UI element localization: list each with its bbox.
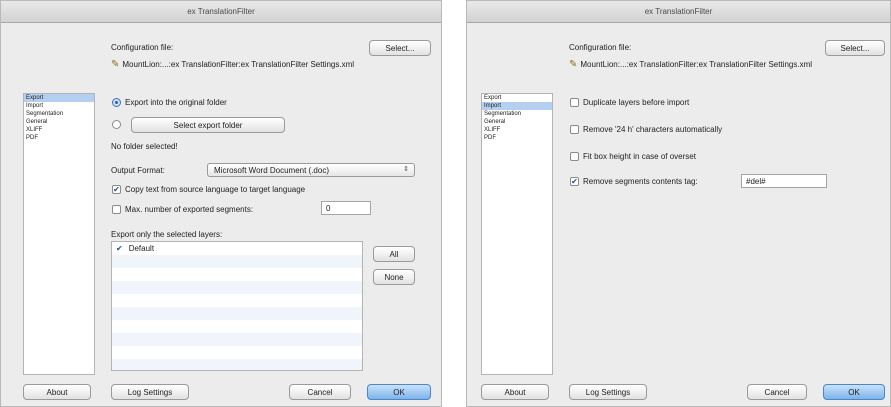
about-button[interactable]: About (23, 384, 91, 400)
cancel-button[interactable]: Cancel (747, 384, 807, 400)
settings-category-list: Export Import Segmentation General XLIFF… (23, 93, 95, 375)
fit-box-label: Fit box height in case of overset (583, 152, 696, 161)
sidebar-item-export[interactable]: Export (482, 94, 552, 102)
fit-box-checkbox[interactable] (570, 152, 579, 161)
import-settings-dialog: ex TranslationFilter Configuration file:… (466, 0, 891, 407)
empty-row (112, 255, 362, 268)
output-format-label: Output Format: (111, 166, 165, 175)
copy-text-checkbox[interactable]: ✔ (112, 185, 121, 194)
remove-tag-label: Remove segments contents tag: (583, 177, 698, 186)
remove-tag-checkbox[interactable]: ✔ (570, 177, 579, 186)
sidebar-item-segmentation[interactable]: Segmentation (482, 110, 552, 118)
remove-24h-checkbox[interactable] (570, 125, 579, 134)
max-segments-option[interactable]: Max. number of exported segments: (112, 205, 253, 214)
no-folder-status: No folder selected! (111, 142, 178, 151)
select-all-layers-button[interactable]: All (373, 246, 415, 262)
empty-row (112, 320, 362, 333)
select-config-button[interactable]: Select... (825, 40, 885, 56)
pencil-icon: ✎ (569, 59, 578, 70)
log-settings-button[interactable]: Log Settings (111, 384, 189, 400)
max-segments-input[interactable]: 0 (321, 201, 371, 215)
export-original-radio[interactable] (112, 98, 121, 107)
log-settings-button[interactable]: Log Settings (569, 384, 647, 400)
settings-category-list: Export Import Segmentation General XLIFF… (481, 93, 553, 375)
output-format-value: Microsoft Word Document (.doc) (214, 165, 329, 175)
remove-24h-option[interactable]: Remove '24 h' characters automatically (570, 125, 722, 134)
fit-box-option[interactable]: Fit box height in case of overset (570, 152, 696, 161)
config-path: ✎ MountLion:...:ex TranslationFilter:ex … (111, 59, 354, 70)
copy-text-label: Copy text from source language to target… (125, 185, 306, 194)
empty-row (112, 333, 362, 346)
sidebar-item-general[interactable]: General (24, 118, 94, 126)
config-file-label: Configuration file: (111, 43, 174, 52)
max-segments-checkbox[interactable] (112, 205, 121, 214)
select-none-layers-button[interactable]: None (373, 269, 415, 285)
layers-list: ✔ Default (111, 241, 363, 371)
remove-24h-label: Remove '24 h' characters automatically (583, 125, 723, 134)
sidebar-item-import[interactable]: Import (482, 102, 552, 110)
cancel-button[interactable]: Cancel (289, 384, 351, 400)
about-button[interactable]: About (481, 384, 549, 400)
config-path-text: MountLion:...:ex TranslationFilter:ex Tr… (580, 60, 813, 69)
empty-row (112, 359, 362, 370)
export-folder-radio[interactable] (112, 120, 121, 129)
ok-button[interactable]: OK (823, 384, 885, 400)
max-segments-label: Max. number of exported segments: (125, 205, 254, 214)
list-item[interactable]: ✔ Default (112, 242, 362, 255)
export-original-option[interactable]: Export into the original folder (112, 98, 227, 107)
select-export-folder-button[interactable]: Select export folder (131, 117, 285, 133)
config-file-label: Configuration file: (569, 43, 632, 52)
layer-label: Default (128, 244, 155, 253)
output-format-select[interactable]: Microsoft Word Document (.doc) ⇕ (207, 163, 415, 177)
remove-tag-option[interactable]: ✔ Remove segments contents tag: (570, 177, 698, 186)
empty-row (112, 268, 362, 281)
empty-row (112, 294, 362, 307)
select-arrows-icon: ⇕ (403, 166, 409, 173)
config-path-text: MountLion:...:ex TranslationFilter:ex Tr… (122, 60, 355, 69)
remove-tag-input[interactable]: #del# (741, 174, 827, 188)
copy-text-option[interactable]: ✔ Copy text from source language to targ… (112, 185, 305, 194)
sidebar-item-export[interactable]: Export (24, 94, 94, 102)
sidebar-item-pdf[interactable]: PDF (24, 134, 94, 142)
sidebar-item-import[interactable]: Import (24, 102, 94, 110)
ok-button[interactable]: OK (367, 384, 431, 400)
layer-checkbox[interactable]: ✔ (116, 244, 123, 253)
export-folder-option[interactable] (112, 120, 121, 129)
empty-row (112, 281, 362, 294)
export-settings-dialog: ex TranslationFilter Configuration file:… (0, 0, 442, 407)
export-layers-label: Export only the selected layers: (111, 230, 223, 239)
config-path: ✎ MountLion:...:ex TranslationFilter:ex … (569, 59, 812, 70)
pencil-icon: ✎ (111, 59, 120, 70)
duplicate-layers-option[interactable]: Duplicate layers before import (570, 98, 689, 107)
duplicate-layers-label: Duplicate layers before import (583, 98, 690, 107)
window-title: ex TranslationFilter (1, 1, 441, 23)
duplicate-layers-checkbox[interactable] (570, 98, 579, 107)
sidebar-item-general[interactable]: General (482, 118, 552, 126)
window-title: ex TranslationFilter (467, 1, 890, 23)
export-original-label: Export into the original folder (125, 98, 227, 107)
sidebar-item-segmentation[interactable]: Segmentation (24, 110, 94, 118)
select-config-button[interactable]: Select... (369, 40, 431, 56)
empty-row (112, 307, 362, 320)
sidebar-item-xliff[interactable]: XLIFF (482, 126, 552, 134)
sidebar-item-pdf[interactable]: PDF (482, 134, 552, 142)
empty-row (112, 346, 362, 359)
sidebar-item-xliff[interactable]: XLIFF (24, 126, 94, 134)
